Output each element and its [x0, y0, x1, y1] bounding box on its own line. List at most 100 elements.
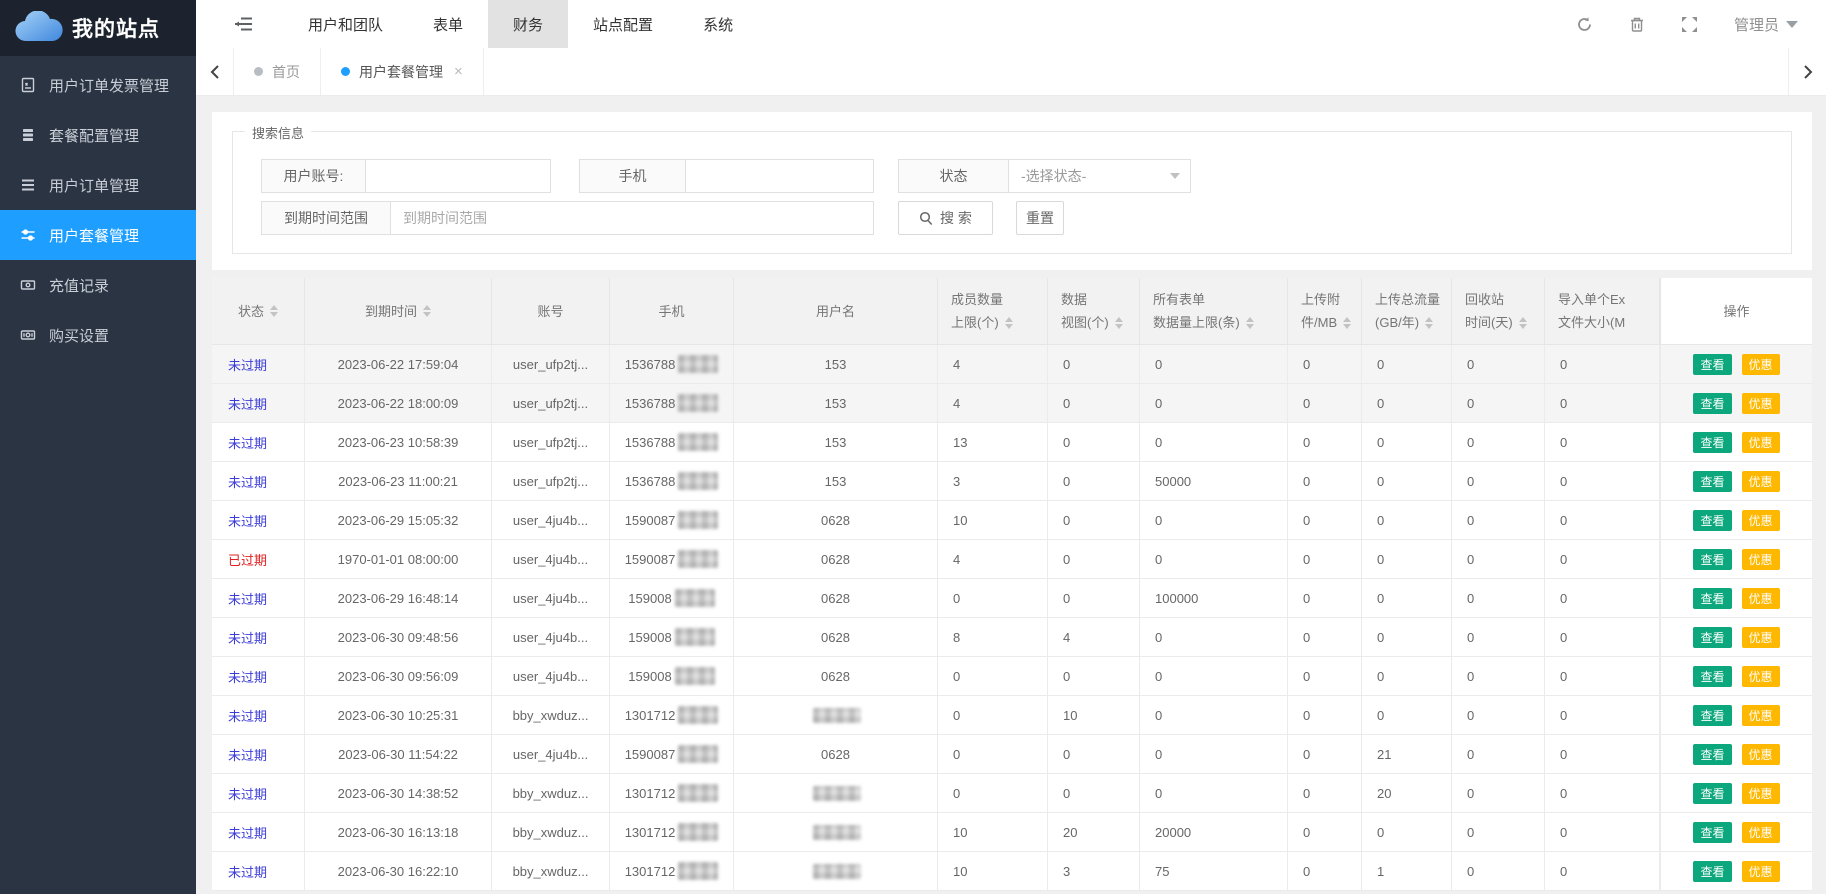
phone-value: 1536788: [625, 357, 676, 372]
table-row: 已过期1970-01-01 08:00:00user_4ju4b...15900…: [212, 540, 1812, 579]
sidebar-item-user-orders[interactable]: 用户订单管理: [0, 160, 196, 210]
column-header-form-data-limit[interactable]: 所有表单数据量上限(条): [1140, 278, 1288, 344]
account-input[interactable]: [366, 159, 551, 193]
discount-button[interactable]: 优惠: [1742, 744, 1780, 765]
expire-time-cell: 2023-06-29 15:05:32: [305, 501, 492, 539]
discount-button[interactable]: 优惠: [1742, 666, 1780, 687]
column-header-label: 件/MB: [1301, 311, 1337, 334]
view-button[interactable]: 查看: [1693, 705, 1731, 726]
discount-button[interactable]: 优惠: [1742, 549, 1780, 570]
account-cell: user_4ju4b...: [492, 540, 610, 578]
column-header-recycle-time[interactable]: 回收站时间(天): [1452, 278, 1545, 344]
view-button[interactable]: 查看: [1693, 861, 1731, 882]
view-button[interactable]: 查看: [1693, 588, 1731, 609]
sort-icon[interactable]: [423, 305, 431, 317]
discount-button[interactable]: 优惠: [1742, 588, 1780, 609]
reset-button[interactable]: 重置: [1016, 201, 1064, 235]
sort-icon[interactable]: [1246, 317, 1254, 329]
phone-input[interactable]: [686, 159, 874, 193]
sort-icon[interactable]: [1519, 317, 1527, 329]
tabs-scroll-left-icon[interactable]: [196, 48, 234, 95]
date-range-input[interactable]: [391, 201, 874, 235]
masked-phone: [678, 511, 718, 529]
fullscreen-icon[interactable]: [1681, 16, 1698, 33]
column-header-member-limit[interactable]: 成员数量上限(个): [938, 278, 1048, 344]
recycle-time-cell: 0: [1452, 852, 1545, 890]
sidebar-item-recharge-records[interactable]: 充值记录: [0, 260, 196, 310]
nav-item-forms[interactable]: 表单: [408, 0, 488, 48]
recycle-time-cell: 0: [1452, 657, 1545, 695]
import-size-cell: 0: [1545, 852, 1660, 890]
discount-button[interactable]: 优惠: [1742, 861, 1780, 882]
admin-menu[interactable]: 管理员: [1734, 14, 1798, 35]
column-header-data-views[interactable]: 数据视图(个): [1048, 278, 1140, 344]
trash-icon[interactable]: [1629, 16, 1645, 33]
form-data-limit-cell: 50000: [1140, 462, 1288, 500]
upload-traffic-cell: 0: [1362, 618, 1452, 656]
import-size-cell: 0: [1545, 540, 1660, 578]
nav-item-site-config[interactable]: 站点配置: [568, 0, 678, 48]
sort-icon[interactable]: [1005, 317, 1013, 329]
nav-item-finance[interactable]: 财务: [488, 0, 568, 48]
search-button[interactable]: 搜 索: [898, 201, 993, 235]
nav-item-users-teams[interactable]: 用户和团队: [283, 0, 408, 48]
close-icon[interactable]: ×: [454, 63, 463, 80]
sort-icon[interactable]: [1115, 317, 1123, 329]
sort-icon[interactable]: [1343, 317, 1351, 329]
sidebar-toggle-icon[interactable]: [234, 16, 253, 32]
sort-icon[interactable]: [1425, 317, 1433, 329]
sort-icon[interactable]: [270, 305, 278, 317]
status-badge: 未过期: [228, 667, 267, 686]
view-button[interactable]: 查看: [1693, 354, 1731, 375]
account-cell: user_4ju4b...: [492, 657, 610, 695]
view-button[interactable]: 查看: [1693, 549, 1731, 570]
discount-button[interactable]: 优惠: [1742, 627, 1780, 648]
tabs-scroll-right-icon[interactable]: [1788, 48, 1826, 95]
view-button[interactable]: 查看: [1693, 666, 1731, 687]
status-select[interactable]: -选择状态-: [1009, 159, 1191, 193]
discount-button[interactable]: 优惠: [1742, 354, 1780, 375]
discount-button[interactable]: 优惠: [1742, 471, 1780, 492]
view-button[interactable]: 查看: [1693, 471, 1731, 492]
site-logo[interactable]: 我的站点: [0, 0, 196, 56]
discount-button[interactable]: 优惠: [1742, 705, 1780, 726]
column-header-upload-traffic[interactable]: 上传总流量(GB/年): [1362, 278, 1452, 344]
sidebar-item-user-packages[interactable]: 用户套餐管理: [0, 210, 196, 260]
discount-button[interactable]: 优惠: [1742, 822, 1780, 843]
sidebar-item-purchase-settings[interactable]: 购买设置: [0, 310, 196, 360]
view-button[interactable]: 查看: [1693, 510, 1731, 531]
tab-user-package-management[interactable]: 用户套餐管理 ×: [321, 48, 484, 95]
member-limit-cell: 10: [938, 501, 1048, 539]
discount-button[interactable]: 优惠: [1742, 432, 1780, 453]
sidebar-item-package-config[interactable]: 套餐配置管理: [0, 110, 196, 160]
column-header-expire-time[interactable]: 到期时间: [305, 278, 492, 344]
view-button[interactable]: 查看: [1693, 432, 1731, 453]
status-cell: 未过期: [212, 696, 305, 734]
recycle-time-cell: 0: [1452, 501, 1545, 539]
column-header-upload-attachment[interactable]: 上传附件/MB: [1288, 278, 1362, 344]
data-views-cell: 0: [1048, 540, 1140, 578]
sidebar-item-user-order-invoice[interactable]: 用户订单发票管理: [0, 60, 196, 110]
nav-item-system[interactable]: 系统: [678, 0, 758, 48]
column-header-account: 账号: [492, 278, 610, 344]
column-header-status[interactable]: 状态: [212, 278, 305, 344]
view-button[interactable]: 查看: [1693, 822, 1731, 843]
view-button[interactable]: 查看: [1693, 627, 1731, 648]
view-button[interactable]: 查看: [1693, 744, 1731, 765]
view-button[interactable]: 查看: [1693, 393, 1731, 414]
phone-cell: 1536788: [610, 423, 734, 461]
upload-traffic-cell: 0: [1362, 384, 1452, 422]
form-data-limit-cell: 0: [1140, 345, 1288, 383]
table-row: 未过期2023-06-30 10:25:31bby_xwduz...130171…: [212, 696, 1812, 735]
refresh-icon[interactable]: [1576, 16, 1593, 33]
import-size-cell: 0: [1545, 501, 1660, 539]
tab-home[interactable]: 首页: [234, 48, 321, 95]
view-button[interactable]: 查看: [1693, 783, 1731, 804]
discount-button[interactable]: 优惠: [1742, 510, 1780, 531]
discount-button[interactable]: 优惠: [1742, 393, 1780, 414]
invoice-icon: [20, 77, 36, 93]
discount-button[interactable]: 优惠: [1742, 783, 1780, 804]
expire-time-cell: 2023-06-29 16:48:14: [305, 579, 492, 617]
phone-value: 1590087: [625, 552, 676, 567]
phone-cell: 1590087: [610, 540, 734, 578]
